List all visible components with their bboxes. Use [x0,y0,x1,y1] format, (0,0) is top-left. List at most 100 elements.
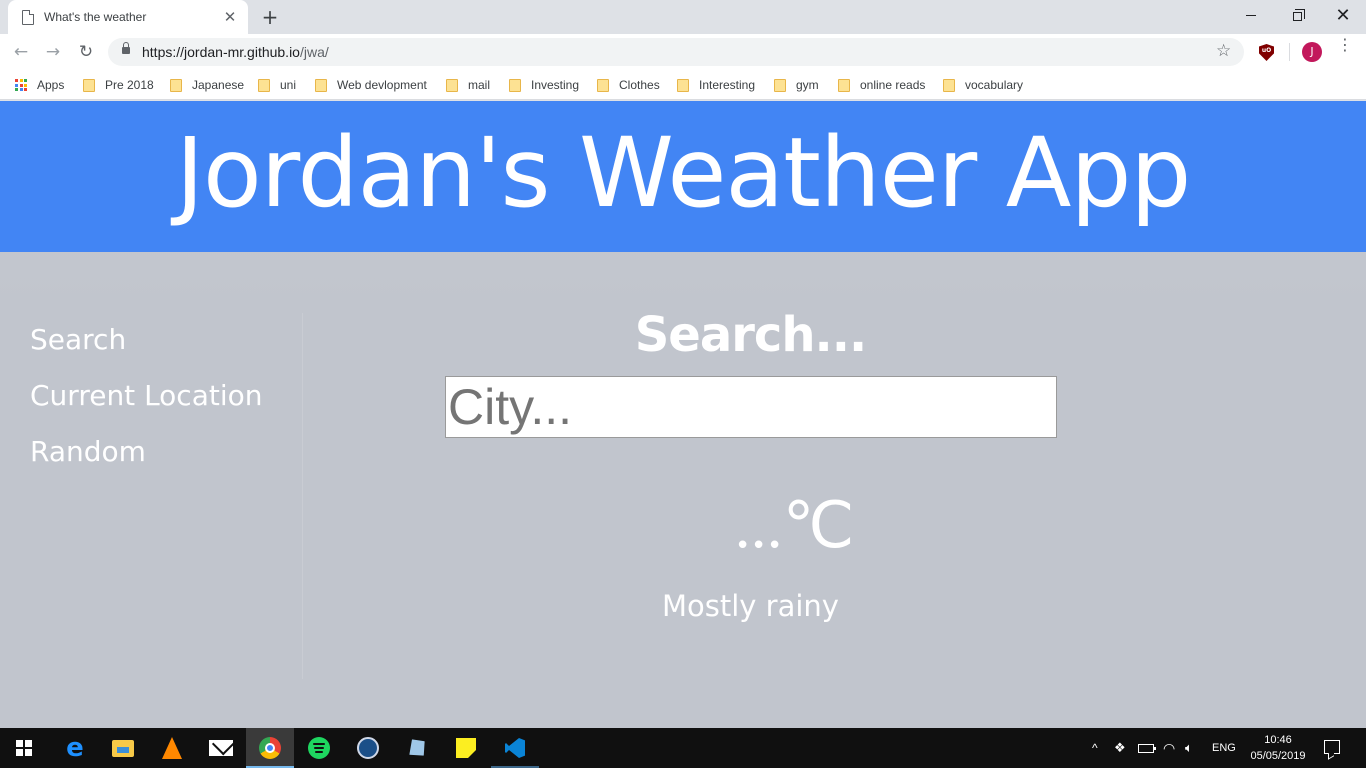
bookmark-folder[interactable]: Interesting [677,76,755,94]
bookmark-label: Pre 2018 [105,78,154,92]
window-close-button[interactable]: ✕ [1320,0,1366,30]
folder-icon [446,78,458,92]
city-search-input[interactable] [445,376,1057,438]
minimize-icon [1246,14,1256,16]
paint-icon [403,734,430,761]
temperature-readout: ...℃ [734,490,855,561]
vlc-icon [162,737,182,759]
back-button[interactable]: ← [9,40,33,64]
show-hidden-icons-button[interactable]: ^ [1092,728,1098,768]
sticky-notes-icon [456,738,476,758]
spotify-icon [308,737,330,759]
chrome-icon [259,737,281,759]
app-title: Jordan's Weather App [175,116,1192,229]
folder-icon [83,78,95,92]
taskbar-sticky-notes[interactable] [442,728,490,768]
tab-close-icon[interactable]: ✕ [222,9,238,25]
app-header: Jordan's Weather App [0,101,1366,252]
profile-avatar[interactable]: J [1302,42,1322,62]
nav-search-link[interactable]: Search [30,323,126,356]
start-button[interactable] [0,728,48,768]
bookmark-folder[interactable]: Web devlopment [315,76,427,94]
minimize-button[interactable] [1228,0,1274,30]
folder-icon [943,78,955,92]
taskbar-vlc[interactable] [148,728,196,768]
bookmark-label: vocabulary [965,78,1024,92]
folder-icon [315,78,327,92]
clock-time: 10:46 [1264,734,1292,746]
dropbox-tray-icon[interactable]: ❖ [1114,728,1126,768]
folder-icon [509,78,521,92]
nav-random-link[interactable]: Random [30,435,146,468]
windows-logo-icon [16,740,32,756]
folder-icon [258,78,270,92]
bookmark-folder[interactable]: Pre 2018 [83,76,154,94]
address-bar[interactable]: https://jordan-mr.github.io/jwa/ ☆ [108,38,1244,66]
taskbar-vscode[interactable] [491,728,539,768]
mail-icon [209,740,233,756]
bookmark-label: online reads [860,78,926,92]
bookmark-label: uni [280,78,297,92]
taskbar-mail[interactable] [197,728,245,768]
bookmark-label: Japanese [192,78,245,92]
bookmark-folder[interactable]: uni [258,76,296,94]
taskbar-paint[interactable] [393,728,441,768]
ublock-extension-icon[interactable]: uO [1259,44,1274,61]
wifi-icon[interactable]: ◠ [1163,728,1175,768]
taskbar-steam[interactable] [344,728,392,768]
bookmark-folder[interactable]: gym [774,76,819,94]
bookmark-label: Interesting [699,78,756,92]
bookmark-star-icon[interactable]: ☆ [1216,41,1231,61]
taskbar-file-explorer[interactable] [99,728,147,768]
edge-icon: e [66,733,84,763]
tab-strip: What's the weather ✕ + ✕ [0,0,1366,34]
bookmark-apps[interactable]: Apps [15,76,64,94]
url-text[interactable]: https://jordan-mr.github.io/jwa/ [142,44,329,60]
bookmark-folder[interactable]: vocabulary [943,76,1023,94]
nav-current-location-link[interactable]: Current Location [30,379,263,412]
page-icon [22,9,34,25]
vscode-icon [505,738,525,758]
folder-icon [774,78,786,92]
url-host: https://jordan-mr.github.io [142,44,300,60]
restore-icon [1292,8,1305,21]
bookmark-folder[interactable]: Japanese [170,76,244,94]
taskbar-chrome[interactable] [246,728,294,768]
forward-button[interactable]: → [41,40,65,64]
bookmarks-bar: Apps Pre 2018 Japanese uni Web devlopmen… [0,70,1366,100]
language-indicator[interactable]: ENG [1212,728,1236,768]
battery-icon[interactable] [1138,728,1156,768]
bookmark-folder[interactable]: online reads [838,76,925,94]
weather-app-page: Jordan's Weather App Search Current Loca… [0,101,1366,728]
lock-icon[interactable] [122,42,130,54]
search-heading: Search... [634,307,868,363]
restore-button[interactable] [1274,0,1320,30]
bookmark-folder[interactable]: Investing [509,76,579,94]
action-center-icon[interactable] [1324,740,1340,754]
url-path: /jwa/ [299,44,329,60]
reload-button[interactable]: ↻ [74,40,98,64]
taskbar-clock[interactable]: 10:46 05/05/2019 [1244,732,1312,764]
browser-tab[interactable]: What's the weather ✕ [8,0,248,34]
bookmark-label: Apps [37,78,65,92]
bookmark-folder[interactable]: mail [446,76,490,94]
taskbar-spotify[interactable] [295,728,343,768]
taskbar-edge[interactable]: e [51,728,99,768]
windows-taskbar: e ^ ❖ ◠ 🔈︎ ENG 10:46 05/05/2019 [0,728,1366,768]
bookmark-label: Investing [531,78,580,92]
file-explorer-icon [112,739,134,757]
weather-condition: Mostly rainy [662,589,839,623]
volume-icon[interactable]: 🔈︎ [1185,728,1193,768]
bookmark-label: Web devlopment [337,78,427,92]
folder-icon [677,78,689,92]
folder-icon [838,78,850,92]
new-tab-button[interactable]: + [258,5,282,29]
apps-grid-icon [15,79,27,91]
folder-icon [170,78,182,92]
chrome-menu-icon[interactable]: ⋮ [1337,37,1353,53]
bookmark-folder[interactable]: Clothes [597,76,660,94]
browser-toolbar: ← → ↻ https://jordan-mr.github.io/jwa/ ☆… [0,34,1366,70]
bookmark-label: mail [468,78,491,92]
steam-icon [357,737,379,759]
clock-date: 05/05/2019 [1250,750,1306,762]
